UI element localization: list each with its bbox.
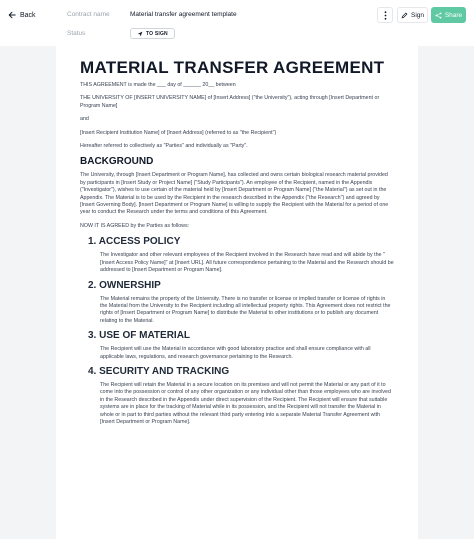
background-heading: BACKGROUND: [80, 156, 154, 168]
section-body: The Recipient will retain the Material i…: [100, 381, 391, 425]
section-body: The Recipient will use the Material in a…: [100, 346, 371, 360]
back-label: Back: [20, 11, 36, 19]
intro-paragraph: THE UNIVERSITY OF [INSERT UNIVERSITY NAM…: [80, 95, 380, 109]
section-body: The Material remains the property of the…: [100, 295, 391, 324]
status-badge: TO SIGN: [130, 28, 175, 39]
section-heading: 3. USE OF MATERIAL: [88, 330, 191, 342]
section-heading: 1. ACCESS POLICY: [88, 236, 181, 248]
status-label: Status: [67, 30, 86, 37]
sign-label: Sign: [410, 11, 424, 19]
section-heading: 2. OWNERSHIP: [88, 279, 161, 291]
more-options-button[interactable]: [377, 7, 393, 23]
intro-paragraph: THIS AGREEMENT is made the ___ day of __…: [80, 82, 236, 88]
top-bar: Back Contract name Material transfer agr…: [0, 0, 474, 46]
sign-button[interactable]: Sign: [397, 7, 428, 23]
document-title: MATERIAL TRANSFER AGREEMENT: [80, 58, 385, 77]
arrow-left-icon: [8, 11, 16, 19]
intro-paragraph: [Insert Recipient Institution Name] of […: [80, 129, 277, 136]
send-icon: [137, 31, 143, 36]
page-fade-overlay: [56, 499, 418, 539]
intro-paragraph: Hereafter referred to collectively as "P…: [80, 143, 248, 150]
section-heading: 4. SECURITY AND TRACKING: [88, 365, 230, 377]
share-icon: [435, 11, 442, 19]
background-paragraph: The University, through [Insert Departme…: [80, 172, 389, 216]
document-viewer[interactable]: MATERIAL TRANSFER AGREEMENT THIS AGREEME…: [0, 46, 474, 539]
share-button[interactable]: Share: [431, 7, 466, 23]
kebab-icon: [384, 10, 386, 20]
document-page: MATERIAL TRANSFER AGREEMENT THIS AGREEME…: [56, 46, 418, 539]
share-label: Share: [444, 11, 463, 19]
status-value: TO SIGN: [146, 30, 168, 37]
contract-name-label: Contract name: [67, 11, 110, 18]
pen-icon: [401, 12, 408, 18]
intro-paragraph: and: [80, 116, 89, 123]
background-paragraph: NOW IT IS AGREED by the Parties as follo…: [80, 222, 190, 229]
contract-name-value[interactable]: Material transfer agreement template: [130, 11, 237, 18]
section-body: The Investigator and other relevant empl…: [100, 252, 394, 274]
back-button[interactable]: Back: [8, 6, 36, 24]
